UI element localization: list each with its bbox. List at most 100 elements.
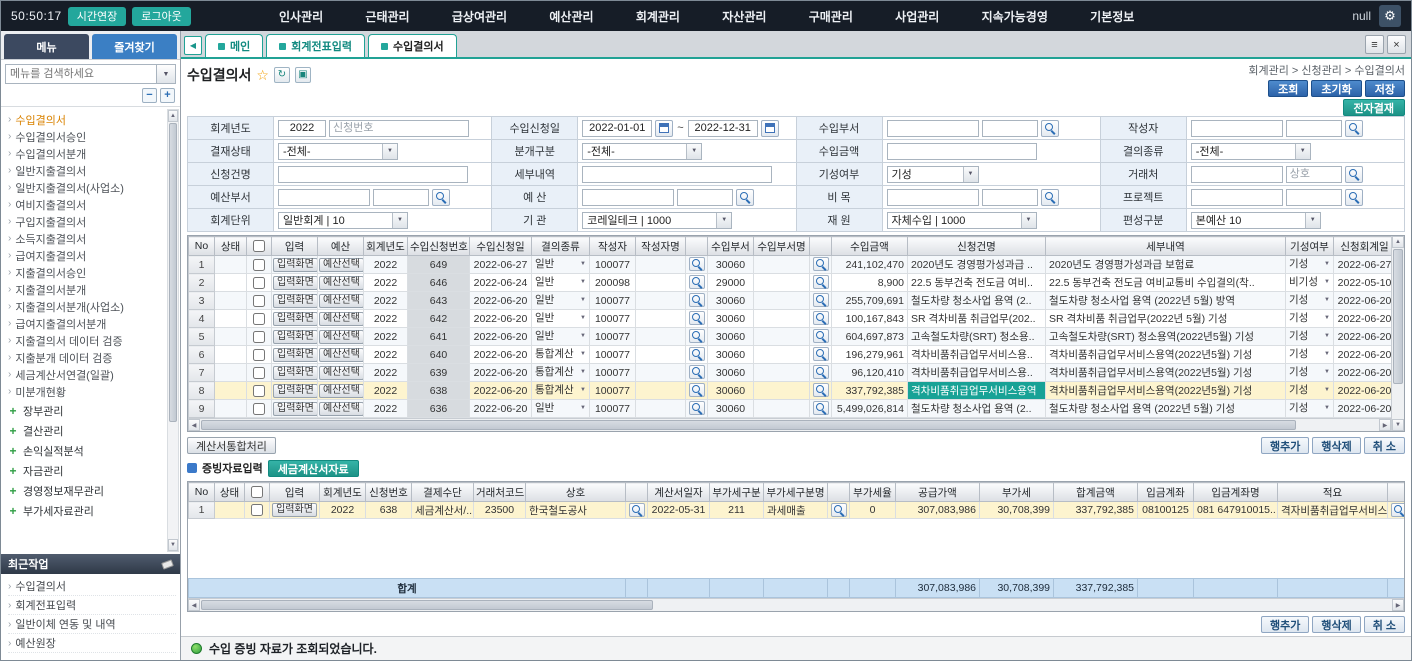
column-header[interactable]: 거래처코드 xyxy=(474,483,526,502)
column-header[interactable]: 부가세율 xyxy=(850,483,896,502)
row-checkbox[interactable] xyxy=(253,385,265,397)
sidebar-item[interactable]: ›소득지출결의서 xyxy=(8,230,165,247)
topbar-menu-item[interactable]: 급상여관리 xyxy=(452,8,507,25)
topbar-menu-item[interactable]: 근태관리 xyxy=(365,8,409,25)
select-cell[interactable]: 기성▼ xyxy=(1286,256,1334,274)
org-select[interactable]: 코레일테크 | 1000▼ xyxy=(582,212,732,229)
gisung-select[interactable]: 기성▼ xyxy=(887,166,979,183)
cell-button[interactable]: 예산선택 xyxy=(319,312,364,326)
column-header[interactable] xyxy=(810,237,832,256)
expand-all-button[interactable]: + xyxy=(160,88,175,103)
cell-button[interactable]: 예산선택 xyxy=(319,258,364,272)
column-header[interactable]: 입력 xyxy=(270,483,320,502)
table-row[interactable]: 6입력화면예산선택20226402022-06-20통합계산서▼10007730… xyxy=(189,346,1392,364)
scroll-thumb[interactable] xyxy=(201,420,1296,430)
tab-scroll-left-button[interactable]: ◀ xyxy=(184,36,202,55)
search-icon[interactable] xyxy=(689,347,705,361)
select-cell[interactable]: 일반▼ xyxy=(532,274,590,292)
column-header[interactable]: 수입신청일 xyxy=(470,237,532,256)
cell-button[interactable]: 입력화면 xyxy=(273,312,318,326)
search-icon[interactable] xyxy=(813,347,829,361)
search-icon[interactable] xyxy=(432,189,450,206)
table-row[interactable]: 1입력화면예산선택20226492022-06-27일반▼10007730060… xyxy=(189,256,1392,274)
sidebar-item[interactable]: ›여비지출결의서 xyxy=(8,196,165,213)
table-row[interactable]: 8입력화면예산선택20226382022-06-20통합계산서▼10007730… xyxy=(189,382,1392,400)
search-icon[interactable] xyxy=(1345,166,1363,183)
grid2-horizontal-scrollbar[interactable]: ◀ ▶ xyxy=(188,598,1404,611)
vendor-code-input[interactable] xyxy=(1191,166,1283,183)
topbar-menu-item[interactable]: 자산관리 xyxy=(722,8,766,25)
writer-code-input[interactable] xyxy=(1191,120,1283,137)
select-cell[interactable]: 일반▼ xyxy=(532,400,590,418)
sidebar-group[interactable]: +경영정보재무관리 xyxy=(8,481,165,500)
grid1-vertical-scrollbar[interactable]: ▲ ▼ xyxy=(1391,236,1404,431)
search-icon[interactable] xyxy=(813,275,829,289)
item-name-input[interactable] xyxy=(982,189,1038,206)
cell-button[interactable]: 입력화면 xyxy=(273,384,318,398)
column-header[interactable]: No xyxy=(189,237,215,256)
scroll-down-icon[interactable]: ▼ xyxy=(168,539,178,551)
writer-name-input[interactable] xyxy=(1286,120,1342,137)
select-cell[interactable]: 통합계산서▼ xyxy=(532,382,590,400)
table-row[interactable]: 4입력화면예산선택20226422022-06-20일반▼10007730060… xyxy=(189,310,1392,328)
expand-plus-icon[interactable]: + xyxy=(8,484,18,498)
project-code-input[interactable] xyxy=(1191,189,1283,206)
search-icon[interactable] xyxy=(689,311,705,325)
cell-button[interactable]: 입력화면 xyxy=(273,330,318,344)
sidebar-item[interactable]: ›미분개현황 xyxy=(8,383,165,400)
column-header[interactable]: 상태 xyxy=(215,237,247,256)
topbar-menu-item[interactable]: 인사관리 xyxy=(279,8,323,25)
column-header[interactable]: 합계금액 xyxy=(1054,483,1138,502)
sidebar-group[interactable]: +자금관리 xyxy=(8,461,165,480)
refresh-icon[interactable]: ↻ xyxy=(274,67,290,83)
search-icon[interactable] xyxy=(689,293,705,307)
column-header[interactable]: 신청번호 xyxy=(366,483,412,502)
request-title-input[interactable] xyxy=(278,166,468,183)
expand-plus-icon[interactable]: + xyxy=(8,504,18,518)
sidebar-group[interactable]: +장부관리 xyxy=(8,401,165,420)
expand-plus-icon[interactable]: + xyxy=(8,444,18,458)
date-from-input[interactable] xyxy=(582,120,652,137)
select-cell[interactable]: 일반▼ xyxy=(532,256,590,274)
window-close-button[interactable]: × xyxy=(1387,35,1406,54)
sidebar-item[interactable]: ›지출분개 데이터 검증 xyxy=(8,349,165,366)
sidebar-item[interactable]: ›급여지출결의서분개 xyxy=(8,315,165,332)
select-all-checkbox[interactable] xyxy=(253,240,265,252)
cell-button[interactable]: 입력화면 xyxy=(273,294,318,308)
tab-income-resolution[interactable]: 수입결의서 xyxy=(368,34,457,57)
settings-gear-icon[interactable]: ⚙ xyxy=(1379,5,1401,27)
cell-button[interactable]: 입력화면 xyxy=(273,276,318,290)
column-header[interactable]: 기성여부 xyxy=(1286,237,1334,256)
favorite-star-icon[interactable]: ☆ xyxy=(256,67,269,84)
tab-voucher-entry[interactable]: 회계전표입력 xyxy=(266,34,365,57)
column-header[interactable]: 수입부서 xyxy=(708,237,754,256)
sidebar-item[interactable]: ›급여지출결의서 xyxy=(8,247,165,264)
collapse-all-button[interactable]: − xyxy=(142,88,157,103)
column-header[interactable]: 공급가액 xyxy=(896,483,980,502)
table-row[interactable]: 7입력화면예산선택20226392022-06-20통합계산서▼10007730… xyxy=(189,364,1392,382)
cell-button[interactable]: 예산선택 xyxy=(319,348,364,362)
search-icon[interactable] xyxy=(813,311,829,325)
sidebar-item[interactable]: ›수입결의서승인 xyxy=(8,128,165,145)
column-header[interactable]: 회계년도 xyxy=(364,237,408,256)
query-button[interactable]: 조회 xyxy=(1268,80,1308,97)
reset-button[interactable]: 초기화 xyxy=(1311,80,1361,97)
search-icon[interactable] xyxy=(1041,120,1059,137)
save-button[interactable]: 저장 xyxy=(1365,80,1405,97)
column-header[interactable]: 회계년도 xyxy=(320,483,366,502)
search-icon[interactable] xyxy=(813,365,829,379)
table-row[interactable]: 2입력화면예산선택20226462022-06-24일반▼20009829000… xyxy=(189,274,1392,292)
cell-button[interactable]: 입력화면 xyxy=(273,258,318,272)
table-row[interactable]: 5입력화면예산선택20226412022-06-20일반▼10007730060… xyxy=(189,328,1392,346)
column-header[interactable]: 부가세구분명 xyxy=(764,483,828,502)
menu-search-input[interactable] xyxy=(5,64,157,84)
search-icon[interactable] xyxy=(813,293,829,307)
column-header[interactable] xyxy=(245,483,270,502)
column-header[interactable]: 세부내역 xyxy=(1046,237,1286,256)
detail-input[interactable] xyxy=(582,166,772,183)
table-row[interactable]: 3입력화면예산선택20226432022-06-20일반▼10007730060… xyxy=(189,292,1392,310)
select-cell[interactable]: 기성▼ xyxy=(1286,346,1334,364)
cell-button[interactable]: 예산선택 xyxy=(319,384,364,398)
sidebar-group[interactable]: +손익실적분석 xyxy=(8,441,165,460)
sidebar-tab-favorites[interactable]: 즐겨찾기 xyxy=(92,34,177,59)
